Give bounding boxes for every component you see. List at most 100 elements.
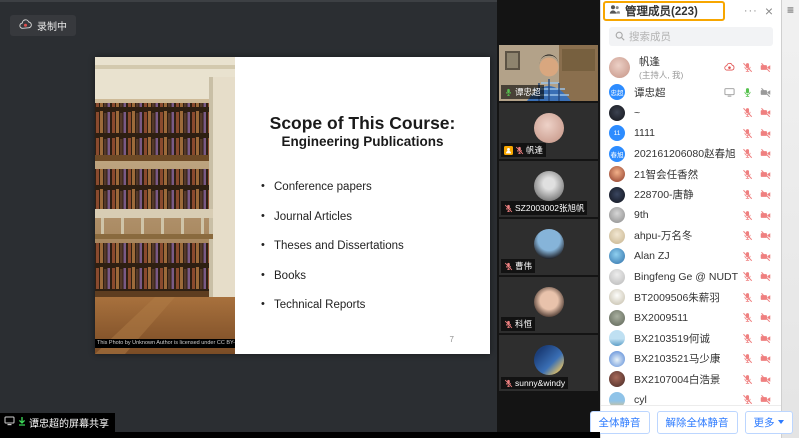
member-row[interactable]: BX2103521马少康 [601,349,781,370]
member-row[interactable]: 春旭 202161206080赵春旭 [601,144,781,165]
panel-close-button[interactable]: × [765,5,773,17]
cam-off-icon [760,333,771,344]
cam-off-icon [760,312,771,323]
participant-tile[interactable]: 科恒 [499,277,598,333]
mic-off-icon [742,62,753,73]
participant-name-label: 谭忠超 [501,85,544,99]
member-row[interactable]: 忠超谭忠超 [601,82,781,103]
member-avatar [609,371,625,387]
mic-off-icon [504,320,513,329]
member-row[interactable]: Bingfeng Ge @ NUDT [601,267,781,288]
member-row[interactable]: 帆逢(主持人, 我) [601,52,781,82]
member-row[interactable]: Alan ZJ [601,246,781,267]
member-name: BX2103521马少康 [634,351,720,366]
member-row[interactable]: BX2009511 [601,308,781,329]
member-row[interactable]: ahpu-万名冬 [601,226,781,247]
member-status-icons[interactable] [742,107,771,118]
mic-off-icon [742,148,753,159]
cam-off-icon [760,189,771,200]
member-name: Alan ZJ [634,250,670,262]
member-status-icons[interactable] [742,251,771,262]
participant-name-label: 帆逢 [501,143,546,157]
member-status-icons[interactable] [742,312,771,323]
member-name: ~ [634,107,640,119]
participant-name-label: 科恒 [501,317,535,331]
member-avatar [609,392,625,405]
participant-tile[interactable]: 谭忠超 [499,45,598,101]
member-status-icons[interactable] [742,353,771,364]
member-status-icons[interactable] [742,333,771,344]
participant-tile[interactable]: 曹伟 [499,219,598,275]
download-arrow-icon [18,417,26,429]
member-status-icons[interactable] [742,148,771,159]
member-status-icons[interactable] [742,189,771,200]
participant-tile[interactable]: sunny&windy [499,335,598,391]
member-row[interactable]: cyl [601,390,781,406]
cam-off-icon [760,292,771,303]
member-row[interactable]: BT2009506朱薪羽 [601,287,781,308]
member-status-icons[interactable] [742,271,771,282]
member-name: 202161206080赵春旭 [634,146,736,161]
unmute-all-button[interactable]: 解除全体静音 [657,411,738,434]
mic-off-icon [742,169,753,180]
monitor-icon [4,416,15,429]
participant-tile[interactable]: 帆逢 [499,103,598,159]
right-edge-strip: ≡ [781,0,799,438]
member-status-icons[interactable] [742,169,771,180]
member-name: cyl [634,394,647,405]
panel-more-button[interactable]: ··· [744,6,758,16]
mic-off-icon [742,312,753,323]
member-name: BX2009511 [634,312,688,324]
slide-bullet: Theses and Dissertations [261,240,490,252]
member-status-icons[interactable] [742,210,771,221]
member-search-input[interactable] [629,31,759,43]
member-row[interactable]: BX2107004白浩景 [601,369,781,390]
cam-off-icon [760,107,771,118]
member-status-icons[interactable] [742,394,771,405]
participant-avatar [534,171,564,201]
presentation-slide: This Photo by Unknown Author is licensed… [95,57,490,354]
participant-filmstrip[interactable]: 谭忠超帆逢 SZ2003002张旭帆曹伟科恒 sunny&windy [497,0,600,438]
member-list[interactable]: 帆逢(主持人, 我)忠超谭忠超 ~111111 春旭 202161206080赵春旭 2… [601,50,781,405]
mic-off-icon [742,374,753,385]
mic-off-icon [504,379,513,388]
member-avatar [609,330,625,346]
cam-off-icon [760,128,771,139]
participant-tile[interactable]: SZ2003002张旭帆 [499,161,598,217]
slide-bullet: Technical Reports [261,299,490,311]
member-avatar [609,351,625,367]
member-name: 1111 [634,127,655,139]
member-name: BX2107004白浩景 [634,372,720,387]
member-row[interactable]: ~ [601,103,781,124]
member-status-icons[interactable] [742,374,771,385]
member-avatar [609,289,625,305]
cam-off-gray-icon [760,87,771,98]
member-status-icons[interactable] [742,292,771,303]
mic-off-icon [742,333,753,344]
member-status-icons[interactable] [742,230,771,241]
host-badge-icon [504,146,513,155]
sidebar-menu-icon[interactable]: ≡ [787,4,794,16]
member-row[interactable]: 21智会任香然 [601,164,781,185]
member-status-icons[interactable] [742,128,771,139]
member-avatar [609,166,625,182]
member-avatar [609,248,625,264]
more-button[interactable]: 更多 [745,411,793,434]
mute-all-button[interactable]: 全体静音 [590,411,650,434]
member-status-icons[interactable] [724,87,771,98]
member-row[interactable]: 228700-唐静 [601,185,781,206]
member-status-icons[interactable] [724,62,771,73]
mic-on-icon [504,88,513,97]
member-avatar [609,310,625,326]
member-avatar: 春旭 [609,146,625,162]
member-row[interactable]: 9th [601,205,781,226]
participant-name: 谭忠超 [515,86,541,98]
member-search-box[interactable] [609,27,773,46]
participant-name: SZ2003002张旭帆 [515,202,584,214]
cam-off-icon [760,62,771,73]
member-name: BT2009506朱薪羽 [634,290,720,305]
member-row[interactable]: 111111 [601,123,781,144]
participant-name: 帆逢 [526,144,543,156]
member-row[interactable]: BX2103519何诚 [601,328,781,349]
panel-title: 管理成员(223) [625,3,698,19]
